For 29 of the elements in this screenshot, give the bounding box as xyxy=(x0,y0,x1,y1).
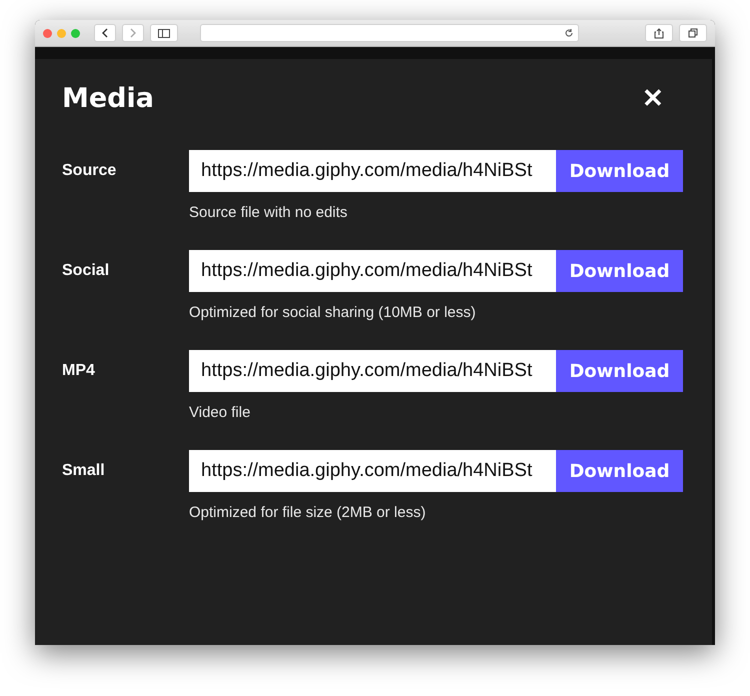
download-button[interactable]: Download xyxy=(556,450,683,492)
sidebar-button[interactable] xyxy=(150,24,178,42)
format-description: Video file xyxy=(189,404,252,421)
address-field[interactable] xyxy=(200,24,579,42)
sidebar-icon xyxy=(158,28,170,38)
tabs-icon xyxy=(688,28,698,38)
close-button[interactable]: ✕ xyxy=(642,83,664,114)
url-field[interactable]: https://media.giphy.com/media/h4NiBSt xyxy=(189,350,556,392)
share-icon xyxy=(654,28,664,38)
format-description: Optimized for social sharing (10MB or less) xyxy=(189,304,477,321)
url-field[interactable]: https://media.giphy.com/media/h4NiBSt xyxy=(189,150,556,192)
share-button[interactable] xyxy=(645,24,673,42)
format-description: Optimized for file size (2MB or less) xyxy=(189,504,427,521)
chevron-right-icon xyxy=(129,28,137,38)
reload-icon[interactable] xyxy=(564,28,574,38)
format-label: Social xyxy=(62,262,110,280)
download-button[interactable]: Download xyxy=(556,250,683,292)
url-field[interactable]: https://media.giphy.com/media/h4NiBSt xyxy=(189,250,556,292)
download-button[interactable]: Download xyxy=(556,350,683,392)
format-label: MP4 xyxy=(62,362,96,380)
download-button[interactable]: Download xyxy=(556,150,683,192)
panel-title: Media xyxy=(62,83,154,114)
url-field[interactable]: https://media.giphy.com/media/h4NiBSt xyxy=(189,450,556,492)
format-label: Small xyxy=(62,462,106,480)
format-description: Source file with no edits xyxy=(189,204,348,221)
tabs-button[interactable] xyxy=(679,24,707,42)
back-button[interactable] xyxy=(94,24,116,42)
format-label: Source xyxy=(62,162,118,180)
chevron-left-icon xyxy=(101,28,109,38)
